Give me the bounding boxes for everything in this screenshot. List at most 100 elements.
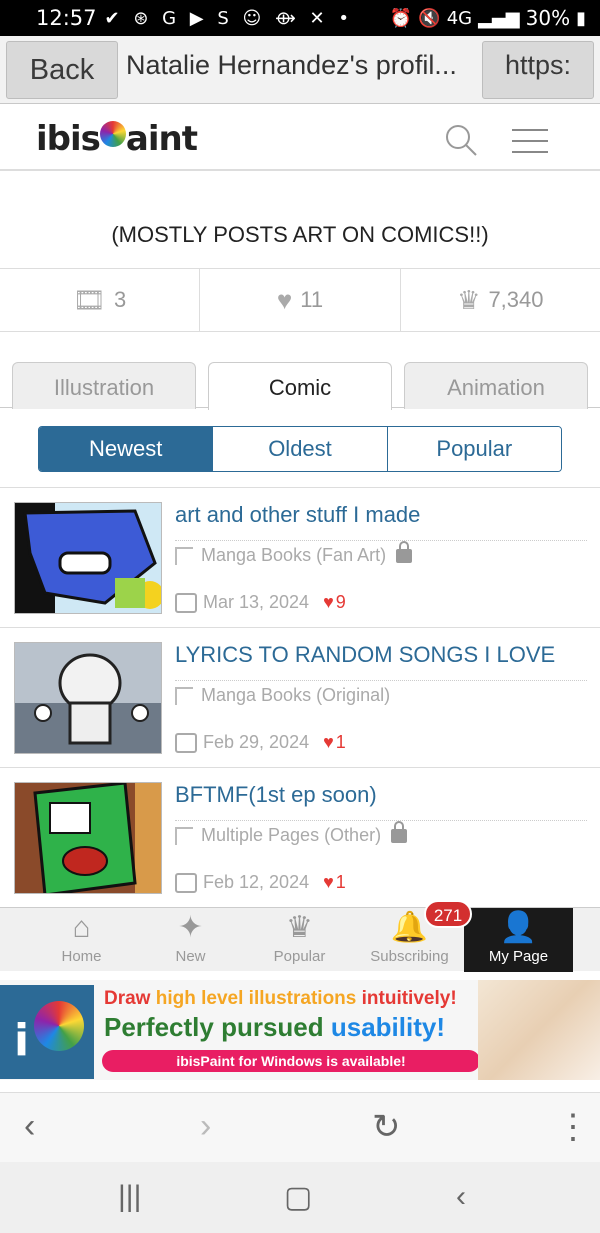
- post-category: Multiple Pages (Other): [175, 820, 587, 846]
- nav-home-label: Home: [61, 948, 102, 965]
- browser-nav-bar: ‹ › ↻ ⋮: [0, 1092, 600, 1162]
- lock-icon: [396, 540, 413, 563]
- heart-icon: ♥: [276, 284, 293, 315]
- calendar-icon: [175, 872, 197, 893]
- post-title[interactable]: BFTMF(1st ep soon): [175, 782, 377, 808]
- system-back-icon[interactable]: ‹: [456, 1180, 466, 1214]
- post-category: Manga Books (Original): [175, 680, 587, 706]
- logo-color-wheel-icon: [99, 121, 126, 147]
- post-category-label: Manga Books (Fan Art): [201, 545, 387, 565]
- tab-comic[interactable]: Comic: [208, 362, 392, 410]
- calendar-icon: [175, 732, 197, 753]
- post-thumbnail[interactable]: [14, 782, 162, 894]
- stat-works-count: 3: [114, 287, 127, 312]
- post-thumbnail[interactable]: [14, 502, 162, 614]
- stat-points-count: 7,340: [488, 287, 544, 312]
- ad-cta[interactable]: ibisPaint for Windows is available!: [102, 1050, 480, 1072]
- crown-icon: ♛: [457, 284, 481, 315]
- more-options-icon[interactable]: ⋮: [556, 1107, 590, 1147]
- nav-subscribing-label: Subscribing: [370, 948, 449, 965]
- nav-popular[interactable]: ♛ Popular: [245, 908, 354, 972]
- category-icon: [175, 686, 193, 705]
- heart-icon: ♥: [323, 592, 334, 612]
- stat-likes[interactable]: ♥ 11: [200, 269, 401, 331]
- profile-stats: 🎞 3 ♥ 11 ♛ 7,340: [0, 268, 600, 332]
- home-icon: ⌂: [72, 911, 91, 944]
- notification-badge: 271: [424, 900, 472, 928]
- hamburger-menu-icon[interactable]: [512, 129, 548, 155]
- post-date: Mar 13, 2024: [203, 592, 310, 612]
- mute-icon: 🔇: [418, 7, 441, 29]
- sparkle-icon: ✦: [177, 911, 204, 944]
- notification-icons: ✔ ⊛ G ▶ S ☺ ⟴ ✕ •: [104, 7, 353, 29]
- stat-points[interactable]: ♛ 7,340: [401, 269, 600, 331]
- calendar-icon: [175, 592, 197, 613]
- nav-my-page-label: My Page: [488, 948, 549, 965]
- ad-banner[interactable]: i Draw high level illustrations intuitiv…: [0, 980, 600, 1080]
- nav-popular-label: Popular: [273, 948, 326, 965]
- sort-toggle: Newest Oldest Popular: [38, 426, 562, 472]
- recent-apps-icon[interactable]: |||: [118, 1180, 141, 1214]
- browser-back-icon[interactable]: ‹: [24, 1107, 35, 1146]
- post-category: Manga Books (Fan Art): [175, 540, 587, 566]
- post-list: art and other stuff I made Manga Books (…: [0, 487, 600, 908]
- page-title: Natalie Hernandez's profil...: [126, 50, 457, 80]
- post-category-label: Manga Books (Original): [201, 685, 391, 705]
- post-meta: Feb 29, 2024 ♥ 1: [175, 732, 346, 753]
- color-wheel-icon: [34, 1001, 84, 1051]
- ibispaint-logo[interactable]: ibis aint: [36, 119, 198, 159]
- post-category-label: Multiple Pages (Other): [201, 825, 382, 845]
- tab-animation[interactable]: Animation: [404, 362, 588, 409]
- ad-tagline: Perfectly pursued usability!: [104, 1012, 445, 1042]
- ibispaint-app-icon: i: [0, 985, 94, 1079]
- post-meta: Feb 12, 2024 ♥ 1: [175, 872, 346, 893]
- search-icon[interactable]: [444, 123, 478, 157]
- ad-illustration: [478, 980, 600, 1080]
- stat-likes-count: 11: [300, 287, 324, 312]
- post-date: Feb 12, 2024: [203, 872, 310, 892]
- profile-bio: (MOSTLY POSTS ART ON COMICS!!): [111, 222, 489, 247]
- post-likes: ♥ 9: [323, 592, 346, 613]
- list-item[interactable]: LYRICS TO RANDOM SONGS I LOVE Manga Book…: [0, 628, 600, 768]
- alarm-icon: ⏰: [389, 7, 413, 29]
- ad-headline: Draw high level illustrations intuitivel…: [104, 988, 457, 1009]
- post-date: Feb 29, 2024: [203, 732, 310, 752]
- nav-new[interactable]: ✦ New: [136, 908, 245, 972]
- list-item[interactable]: art and other stuff I made Manga Books (…: [0, 488, 600, 628]
- refresh-icon[interactable]: ↻: [372, 1107, 401, 1147]
- status-bar: 12:57 ✔ ⊛ G ▶ S ☺ ⟴ ✕ • ⏰ 🔇 4G ▂▄▆ 30% ▮: [0, 0, 600, 36]
- sort-newest[interactable]: Newest: [39, 427, 214, 471]
- post-likes-count: 9: [335, 592, 346, 612]
- post-thumbnail[interactable]: [14, 642, 162, 754]
- back-button[interactable]: Back: [6, 41, 118, 99]
- lock-icon: [391, 820, 408, 843]
- battery-label: 30%: [525, 6, 571, 30]
- post-likes-count: 1: [335, 732, 346, 752]
- post-title[interactable]: LYRICS TO RANDOM SONGS I LOVE: [175, 642, 555, 668]
- post-title[interactable]: art and other stuff I made: [175, 502, 420, 528]
- site-header: ibis aint: [0, 105, 600, 171]
- list-item[interactable]: BFTMF(1st ep soon) Multiple Pages (Other…: [0, 768, 600, 908]
- system-nav-bar: ||| ▢ ‹: [0, 1162, 600, 1233]
- nav-new-label: New: [175, 948, 206, 965]
- category-icon: [175, 546, 193, 565]
- nav-home[interactable]: ⌂ Home: [27, 908, 136, 972]
- url-button[interactable]: https:: [482, 41, 594, 99]
- sort-popular[interactable]: Popular: [387, 427, 561, 471]
- user-icon: 👤: [499, 911, 538, 944]
- category-icon: [175, 826, 193, 845]
- signal-label: 4G: [446, 7, 473, 29]
- stat-works[interactable]: 🎞 3: [0, 269, 201, 331]
- signal-icon: ▂▄▆: [478, 7, 520, 29]
- status-time: 12:57: [36, 6, 97, 30]
- browser-forward-icon[interactable]: ›: [200, 1107, 211, 1146]
- post-likes: ♥ 1: [323, 732, 346, 753]
- battery-icon: ▮: [576, 7, 586, 29]
- tab-illustration[interactable]: Illustration: [12, 362, 196, 409]
- heart-icon: ♥: [323, 732, 334, 752]
- bottom-nav: ⌂ Home ✦ New ♛ Popular 🔔 Subscribing 👤 M…: [0, 907, 600, 972]
- nav-my-page[interactable]: 👤 My Page: [464, 908, 573, 972]
- film-icon: 🎞: [73, 284, 107, 315]
- home-button-icon[interactable]: ▢: [284, 1180, 312, 1215]
- sort-oldest[interactable]: Oldest: [213, 427, 388, 471]
